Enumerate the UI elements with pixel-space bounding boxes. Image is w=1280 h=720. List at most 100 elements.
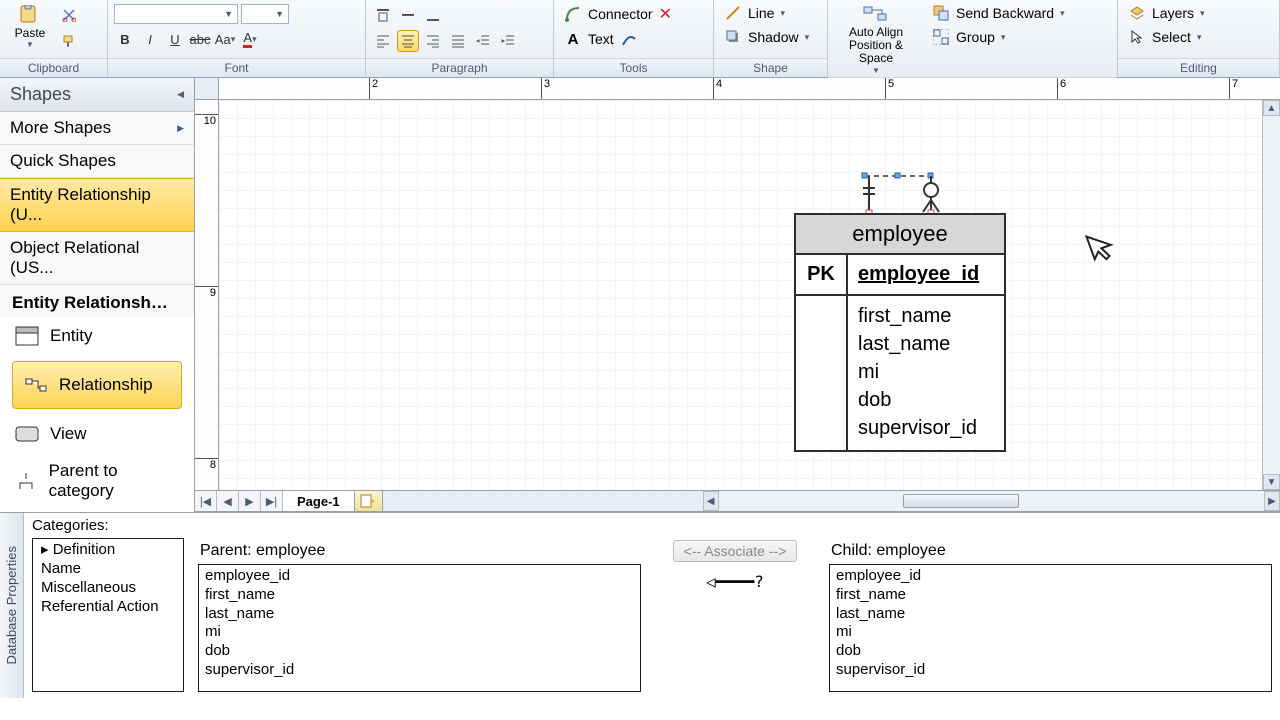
layers-button[interactable]: Layers▾ <box>1124 2 1209 24</box>
align-left-button[interactable] <box>372 30 394 52</box>
stencil-item-view[interactable]: View <box>0 415 194 453</box>
font-size-combo[interactable]: ▼ <box>241 4 289 24</box>
scroll-up-icon[interactable]: ▲ <box>1263 100 1280 116</box>
vertical-ruler: 10 9 8 <box>195 100 219 490</box>
tab-last-button[interactable]: ▶| <box>261 491 283 511</box>
list-item[interactable]: supervisor_id <box>836 661 1265 680</box>
vertical-scrollbar[interactable]: ▲ ▼ <box>1262 100 1280 490</box>
entity-pk-label: PK <box>796 255 848 294</box>
category-item[interactable]: Name <box>33 559 183 578</box>
select-icon <box>1128 28 1146 46</box>
parent-field-list[interactable]: employee_id first_name last_name mi dob … <box>198 564 641 692</box>
connector-tool-button[interactable]: Connector ✕ <box>560 2 676 26</box>
send-backward-icon <box>932 4 950 22</box>
send-backward-button[interactable]: Send Backward▾ <box>928 2 1069 24</box>
align-top-button[interactable] <box>372 4 394 26</box>
align-bottom-button[interactable] <box>422 4 444 26</box>
tab-first-button[interactable]: |◀ <box>195 491 217 511</box>
horizontal-ruler: 2 3 4 5 6 7 <box>219 78 1280 100</box>
change-case-button[interactable]: Aa▾ <box>214 28 236 50</box>
insert-page-button[interactable] <box>355 491 383 511</box>
parent-column: Parent: employee employee_id first_name … <box>198 538 641 692</box>
horizontal-scrollbar[interactable]: ◀ ▶ <box>703 491 1280 511</box>
child-field-list[interactable]: employee_id first_name last_name mi dob … <box>829 564 1272 692</box>
entity-pk-field: employee_id <box>848 255 1004 294</box>
categories-list[interactable]: Definition Name Miscellaneous Referentia… <box>32 538 184 692</box>
group-label: Group <box>956 29 995 45</box>
align-center-button[interactable] <box>397 30 419 52</box>
list-item[interactable]: employee_id <box>205 567 634 586</box>
tab-next-button[interactable]: ▶ <box>239 491 261 511</box>
select-label: Select <box>1152 29 1191 45</box>
list-item[interactable]: first_name <box>205 586 634 605</box>
list-item[interactable]: last_name <box>205 605 634 624</box>
select-button[interactable]: Select▾ <box>1124 26 1205 48</box>
paste-button[interactable]: Paste ▼ <box>6 2 54 51</box>
database-properties-panel: Database Properties Categories: Definiti… <box>0 512 1280 698</box>
more-shapes-link[interactable]: More Shapes ▶ <box>0 112 194 145</box>
auto-align-button[interactable]: Auto Align Position & Space ▼ <box>834 2 918 77</box>
shadow-button[interactable]: Shadow▾ <box>720 26 813 48</box>
stencil-item-category[interactable]: Category <box>0 509 194 512</box>
scroll-down-icon[interactable]: ▼ <box>1263 474 1280 490</box>
bold-button[interactable]: B <box>114 28 136 50</box>
ribbon-label-shape: Shape <box>714 58 827 77</box>
chevron-left-icon: ◀ <box>177 89 184 100</box>
font-color-button[interactable]: A▾ <box>239 28 261 50</box>
text-tool-button[interactable]: A Text <box>560 28 642 50</box>
font-family-combo[interactable]: ▼ <box>114 4 238 24</box>
list-item[interactable]: first_name <box>836 586 1265 605</box>
justify-button[interactable] <box>447 30 469 52</box>
stencil-item-parent-category[interactable]: Parent to category <box>0 453 194 509</box>
stencil-link-quick[interactable]: Quick Shapes <box>0 145 194 178</box>
page-tab[interactable]: Page-1 <box>283 491 355 511</box>
scroll-thumb[interactable] <box>903 494 1019 508</box>
ribbon-group-tools: Connector ✕ A Text Tools <box>554 0 714 77</box>
list-item[interactable]: dob <box>836 642 1265 661</box>
list-item[interactable]: supervisor_id <box>205 661 634 680</box>
align-right-button[interactable] <box>422 30 444 52</box>
align-middle-button[interactable] <box>397 4 419 26</box>
drawing-canvas[interactable]: employee PK employee_id first_name last_… <box>219 100 1262 490</box>
entity-attributes: first_name last_name mi dob supervisor_i… <box>848 296 1004 450</box>
underline-button[interactable]: U <box>164 28 186 50</box>
view-icon <box>14 423 40 445</box>
list-item[interactable]: last_name <box>836 605 1265 624</box>
list-item[interactable]: employee_id <box>836 567 1265 586</box>
text-label: Text <box>588 31 614 47</box>
stencil-title: Entity Relationsh… <box>0 285 194 317</box>
category-item[interactable]: Definition <box>33 539 183 559</box>
shadow-icon <box>724 28 742 46</box>
strikethrough-button[interactable]: abc <box>189 28 211 50</box>
format-painter-button[interactable] <box>58 30 80 52</box>
shapes-panel-header[interactable]: Shapes ◀ <box>0 78 194 112</box>
tab-prev-button[interactable]: ◀ <box>217 491 239 511</box>
list-item[interactable]: dob <box>205 642 634 661</box>
entity-table-employee[interactable]: employee PK employee_id first_name last_… <box>794 213 1006 452</box>
relationship-connector-shape[interactable] <box>859 168 949 213</box>
increase-indent-button[interactable] <box>497 30 519 52</box>
associate-button[interactable]: <-- Associate --> <box>673 540 798 562</box>
line-button[interactable]: Line▾ <box>720 2 789 24</box>
group-button[interactable]: Group▾ <box>928 26 1069 48</box>
stencil-item-entity[interactable]: Entity <box>0 317 194 355</box>
scroll-left-icon[interactable]: ◀ <box>703 491 719 511</box>
italic-button[interactable]: I <box>139 28 161 50</box>
scroll-right-icon[interactable]: ▶ <box>1264 491 1280 511</box>
stencil-link-orm[interactable]: Object Relational (US... <box>0 232 194 285</box>
cut-button[interactable] <box>58 4 80 26</box>
stencil-item-relationship[interactable]: Relationship <box>12 361 182 409</box>
auto-align-label: Auto Align Position & Space <box>836 26 916 66</box>
list-item[interactable]: mi <box>836 623 1265 642</box>
category-item[interactable]: Referential Action <box>33 597 183 616</box>
associate-column: <-- Associate --> ◁━━━━? <box>655 538 815 692</box>
dbp-side-tab[interactable]: Database Properties <box>0 513 24 698</box>
close-icon[interactable]: ✕ <box>659 4 672 24</box>
decrease-indent-button[interactable] <box>472 30 494 52</box>
category-item[interactable]: Miscellaneous <box>33 578 183 597</box>
list-item[interactable]: mi <box>205 623 634 642</box>
relationship-arrow-icon: ◁━━━━? <box>706 572 764 591</box>
cursor-icon <box>1082 226 1122 268</box>
ink-icon[interactable] <box>620 30 638 48</box>
stencil-link-erd[interactable]: Entity Relationship (U... <box>0 178 194 232</box>
